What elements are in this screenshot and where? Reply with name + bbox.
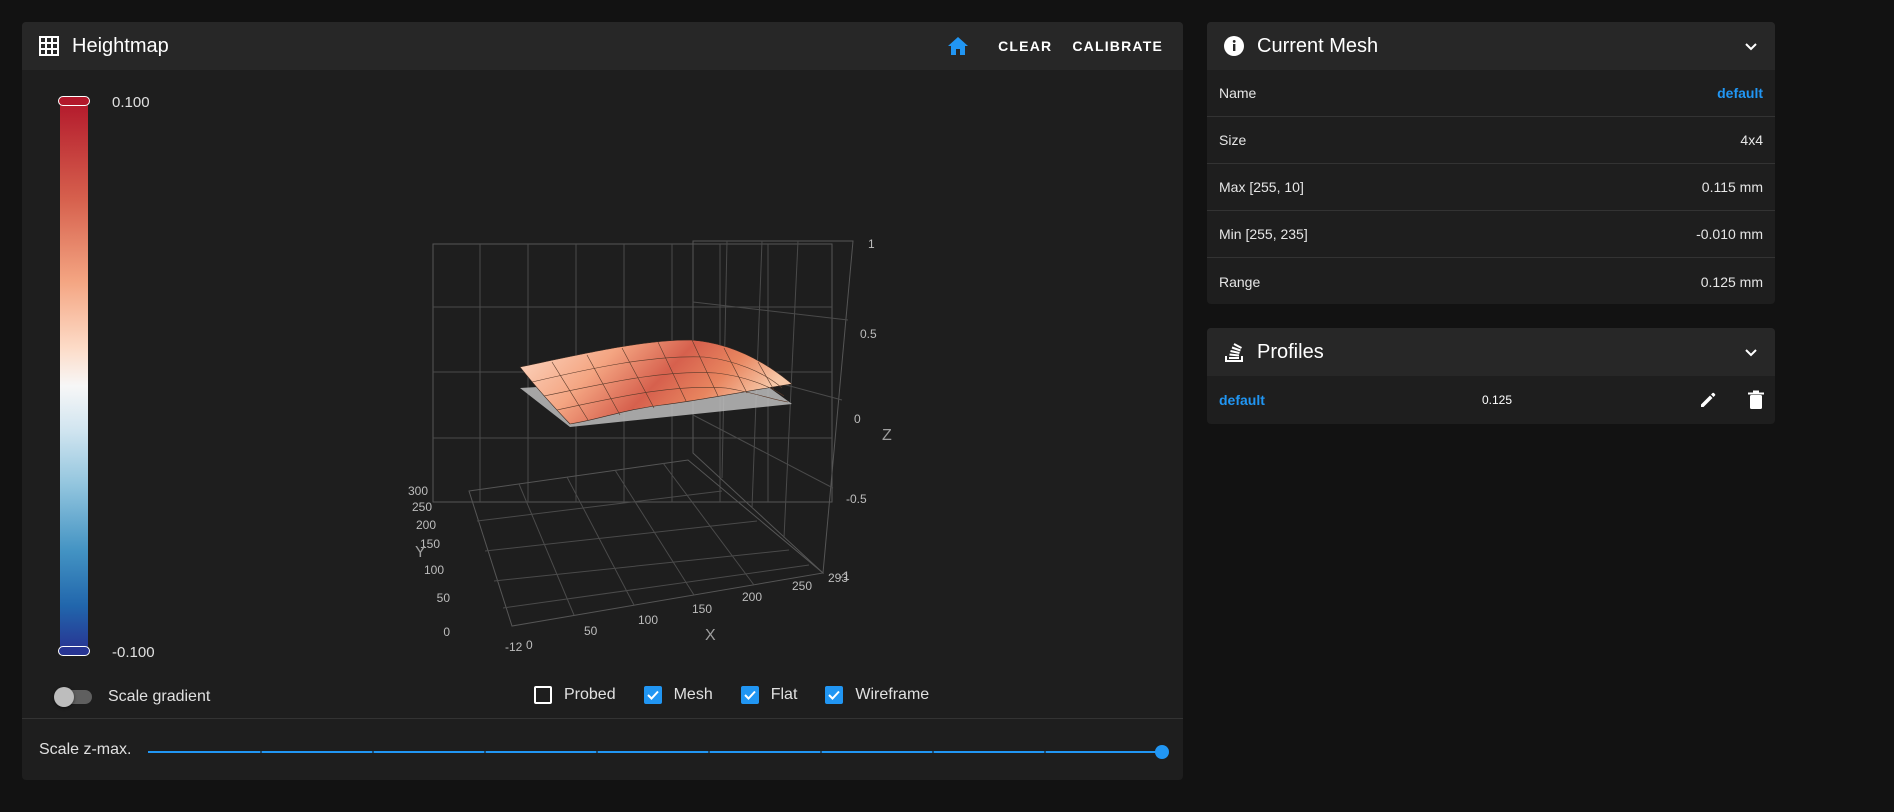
x-tick: 200 <box>742 590 762 604</box>
delete-profile-button[interactable] <box>1740 384 1772 416</box>
chevron-down-icon[interactable] <box>1743 344 1759 360</box>
x-tick: 150 <box>692 602 712 616</box>
x-tick: 293 <box>828 571 848 585</box>
trash-icon <box>1748 390 1764 409</box>
heightmap-plot-area[interactable]: 0.100 -0.100 1 0.5 0 -0.5 -1 Z 0 50 100 … <box>22 70 1183 676</box>
scale-gradient-label: Scale gradient <box>108 688 211 705</box>
slider-tick <box>820 750 822 754</box>
checkbox-checked-icon[interactable] <box>740 686 759 704</box>
scale-zmax-row: Scale z-max. <box>22 719 1183 780</box>
pencil-icon <box>1701 392 1716 407</box>
z-tick: 0 <box>854 412 861 426</box>
probed-label: Probed <box>564 686 616 703</box>
wireframe-label: Wireframe <box>855 686 930 703</box>
y-axis-ticks: 0 50 100 150 200 250 300 <box>408 484 450 639</box>
heightmap-title: Heightmap <box>72 34 169 57</box>
z-axis-ticks: 1 0.5 0 -0.5 -1 <box>839 237 877 583</box>
mesh-size-value: 4x4 <box>1740 132 1763 148</box>
mesh-row-label: Name <box>1219 85 1257 101</box>
mesh-range-row: Range 0.125 mm <box>1207 258 1775 304</box>
mesh-name-value[interactable]: default <box>1717 85 1763 101</box>
slider-tick <box>596 750 598 754</box>
mesh-max-row: Max [255, 10] 0.115 mm <box>1207 164 1775 211</box>
edit-profile-button[interactable] <box>1692 384 1724 416</box>
mesh-name-row: Name default <box>1207 70 1775 117</box>
current-mesh-card: Current Mesh Name default Size 4x4 Max [… <box>1207 22 1775 304</box>
x-tick: 250 <box>792 579 812 593</box>
heightmap-card: Heightmap CLEAR CALIBRATE 0.100 -0.100 1… <box>22 22 1183 780</box>
slider-tick <box>260 750 262 754</box>
checkbox-unchecked-icon[interactable] <box>534 686 552 704</box>
chevron-down-icon[interactable] <box>1743 38 1759 54</box>
current-mesh-title: Current Mesh <box>1257 34 1379 57</box>
slider-tick <box>484 750 486 754</box>
x-axis-title: X <box>705 627 716 644</box>
mesh-min-value: -0.010 mm <box>1696 226 1763 242</box>
y-tick: 0 <box>443 625 450 639</box>
profile-range: 0.125 <box>1482 393 1513 407</box>
profiles-title: Profiles <box>1257 340 1324 363</box>
calibrate-button[interactable]: CALIBRATE <box>1062 30 1173 62</box>
scale-zmax-slider-thumb[interactable] <box>1155 745 1169 759</box>
checkbox-checked-icon[interactable] <box>643 686 662 704</box>
y-axis-title: Y <box>415 544 426 561</box>
slider-tick <box>1044 750 1046 754</box>
profiles-header: Profiles <box>1207 328 1775 376</box>
heightmap-header: Heightmap CLEAR CALIBRATE <box>22 22 1183 70</box>
checkbox-checked-icon[interactable] <box>825 686 844 704</box>
y-tick: 100 <box>424 563 444 577</box>
mesh-size-row: Size 4x4 <box>1207 117 1775 164</box>
wireframe-checkbox[interactable]: Wireframe <box>825 686 929 704</box>
x-tick: 50 <box>584 624 598 638</box>
mesh-checkbox[interactable]: Mesh <box>643 686 713 704</box>
z-tick: -0.5 <box>846 492 867 506</box>
z-tick: 0.5 <box>860 327 877 341</box>
mesh-min-row: Min [255, 235] -0.010 mm <box>1207 211 1775 258</box>
y-tick: 50 <box>437 591 451 605</box>
profile-name-link[interactable]: default <box>1219 392 1265 408</box>
y-tick: 200 <box>416 518 436 532</box>
scale-zmax-label: Scale z-max. <box>39 741 132 758</box>
z-tick: 1 <box>868 237 875 251</box>
slider-tick <box>932 750 934 754</box>
profile-item: default 0.125 <box>1207 376 1775 424</box>
home-button[interactable] <box>938 30 978 62</box>
grid-icon <box>39 36 59 56</box>
mesh-max-value: 0.115 mm <box>1701 179 1763 195</box>
plot-options: Probed Mesh Flat Wireframe <box>534 686 957 704</box>
mesh-row-label: Range <box>1219 273 1261 290</box>
scale-zmax-slider[interactable] <box>148 745 1169 759</box>
z-axis-title: Z <box>882 427 892 444</box>
probed-checkbox[interactable]: Probed <box>534 686 616 704</box>
mesh-row-label: Max [255, 10] <box>1219 179 1304 195</box>
y-tick: 250 <box>412 500 432 514</box>
home-icon <box>948 37 969 55</box>
plot-grid <box>432 240 854 627</box>
y-tick: 300 <box>408 484 428 498</box>
mesh-range-value: 0.125 mm <box>1700 273 1763 290</box>
mesh-label: Mesh <box>673 686 713 703</box>
x-tick: -12 <box>505 640 523 654</box>
info-icon <box>1224 36 1244 56</box>
mesh-row-label: Min [255, 235] <box>1219 226 1308 242</box>
current-mesh-header: Current Mesh <box>1207 22 1775 70</box>
flat-checkbox[interactable]: Flat <box>740 686 798 704</box>
display-options-row: Scale gradient Probed Mesh Flat Wirefram… <box>22 676 1183 718</box>
x-tick: 0 <box>526 638 533 652</box>
x-tick: 100 <box>638 613 658 627</box>
flat-label: Flat <box>770 686 798 703</box>
scale-gradient-toggle[interactable]: Scale gradient <box>54 687 211 707</box>
toggle-thumb[interactable] <box>54 687 74 707</box>
toggle-track[interactable] <box>54 687 92 707</box>
clear-button[interactable]: CLEAR <box>988 30 1062 62</box>
slider-tick <box>372 750 374 754</box>
mesh-row-label: Size <box>1219 132 1247 148</box>
slider-tick <box>708 750 710 754</box>
profiles-card: Profiles default 0.125 <box>1207 328 1775 424</box>
heightmap-3d-plot[interactable]: 1 0.5 0 -0.5 -1 Z 0 50 100 150 200 250 3… <box>22 70 1183 676</box>
stack-layers-icon <box>1225 343 1243 362</box>
